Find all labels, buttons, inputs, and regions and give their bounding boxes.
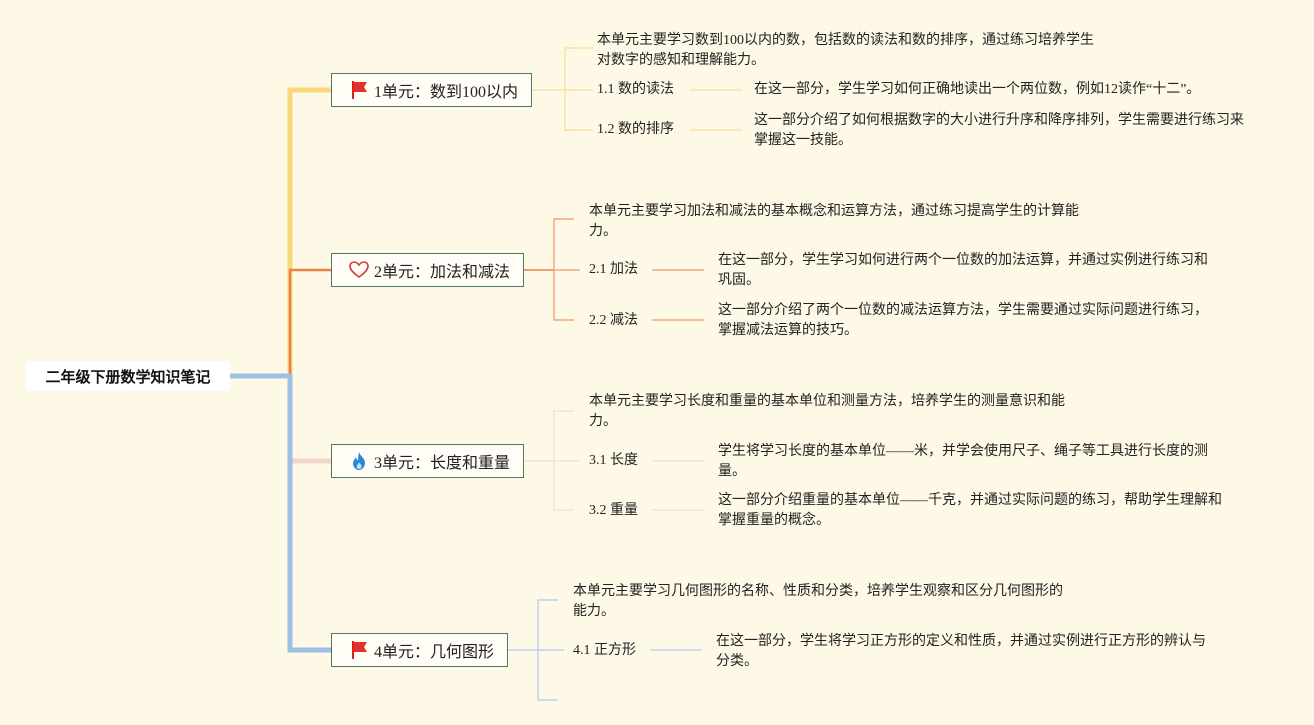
section-2-1-detail: 在这一部分，学生学习如何进行两个一位数的加法运算，并通过实例进行练习和巩固。 — [718, 253, 1208, 288]
section-4-1-detail: 在这一部分，学生将学习正方形的定义和性质，并通过实例进行正方形的辨认与分类。 — [716, 634, 1206, 669]
section-2-2-detail: 这一部分介绍了两个一位数的减法运算方法，学生需要通过实际问题进行练习，掌握减法运… — [718, 303, 1208, 338]
unit-2-node[interactable]: 2单元：加法和减法 — [331, 253, 524, 287]
root-node[interactable]: 二年级下册数学知识笔记 — [26, 361, 230, 391]
root-title: 二年级下册数学知识笔记 — [45, 368, 211, 386]
section-3-2-label[interactable]: 3.2 重量 — [589, 501, 638, 521]
section-1-2-label[interactable]: 1.2 数的排序 — [597, 120, 674, 140]
section-1-1-detail: 在这一部分，学生学习如何正确地读出一个两位数，例如12读作“十二”。 — [754, 82, 1201, 97]
connector-root-unit2 — [288, 268, 331, 376]
unit-1-title: 1单元：数到100以内 — [374, 84, 519, 101]
unit-3-summary: 本单元主要学习长度和重量的基本单位和测量方法，培养学生的测量意识和能力。 — [589, 394, 1065, 429]
section-3-1-label[interactable]: 3.1 长度 — [589, 451, 638, 471]
unit-1-summary: 本单元主要学习数到100以内的数，包括数的读法和数的排序，通过练习培养学生对数字… — [597, 33, 1094, 68]
red-flag-icon — [348, 79, 370, 101]
bracket-unit1 — [564, 47, 575, 131]
section-1-1-label[interactable]: 1.1 数的读法 — [597, 80, 674, 100]
unit-4-summary: 本单元主要学习几何图形的名称、性质和分类，培养学生观察和区分几何图形的能力。 — [573, 584, 1063, 619]
section-2-2-label[interactable]: 2.2 减法 — [589, 311, 638, 331]
unit-4-node[interactable]: 4单元：几何图形 — [331, 633, 508, 667]
connector-root-unit1 — [230, 87, 331, 379]
unit-3-node[interactable]: 3单元：长度和重量 — [331, 444, 524, 478]
red-flag-icon — [348, 639, 370, 661]
section-3-1-detail: 学生将学习长度的基本单位——米，并学会使用尺子、绳子等工具进行长度的测量。 — [718, 444, 1208, 479]
unit-2-summary: 本单元主要学习加法和减法的基本概念和运算方法，通过练习提高学生的计算能力。 — [589, 204, 1079, 239]
section-4-1-label[interactable]: 4.1 正方形 — [573, 641, 636, 661]
section-3-2-detail: 这一部分介绍重量的基本单位——千克，并通过实际问题的练习，帮助学生理解和掌握重量… — [718, 493, 1222, 528]
unit-2-title: 2单元：加法和减法 — [374, 264, 511, 281]
heart-outline-icon — [348, 259, 370, 281]
unit-3-title: 3单元：长度和重量 — [374, 455, 511, 472]
connector-root-unit4 — [230, 373, 331, 653]
section-1-2-detail: 这一部分介绍了如何根据数字的大小进行升序和降序排列，学生需要进行练习来掌握这一技… — [754, 113, 1244, 148]
section-2-1-label[interactable]: 2.1 加法 — [589, 260, 638, 280]
fire-icon — [348, 450, 370, 472]
mind-map-canvas: 二年级下册数学知识笔记 1单元：数到100以内 本单元主要学习数到100以内的数… — [0, 0, 1314, 725]
unit-1-node[interactable]: 1单元：数到100以内 — [331, 73, 532, 107]
unit-4-title: 4单元：几何图形 — [374, 644, 495, 661]
